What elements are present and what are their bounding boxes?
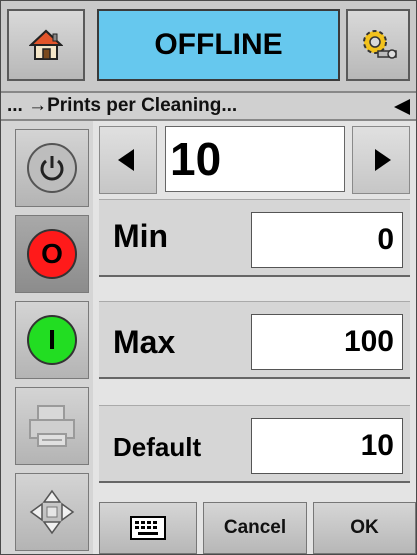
max-row: Max 100 — [99, 301, 410, 379]
min-value: 0 — [251, 212, 403, 268]
max-label: Max — [113, 324, 176, 360]
arrow-right-icon — [375, 149, 391, 171]
increment-button[interactable] — [352, 126, 410, 194]
start-button[interactable]: I — [15, 301, 89, 379]
keyboard-icon — [130, 516, 166, 540]
status-indicator: OFFLINE — [97, 9, 340, 81]
breadcrumb: ... →Prints per Cleaning... — [1, 91, 416, 121]
stop-button[interactable]: O — [15, 215, 89, 293]
top-bar: OFFLINE — [1, 1, 416, 91]
settings-button[interactable] — [346, 9, 410, 81]
screen: OFFLINE ... →Prints per Cleaning... O I … — [0, 0, 417, 555]
ok-button[interactable]: OK — [313, 502, 416, 554]
gear-wrench-icon — [363, 30, 397, 59]
start-icon: I — [27, 315, 77, 365]
stop-icon: O — [27, 229, 77, 279]
default-value: 10 — [251, 418, 403, 474]
cancel-button[interactable]: Cancel — [203, 502, 307, 554]
value-editor: 10 Min 0 Max 100 Default 10 — [93, 121, 416, 554]
arrow-left-icon — [118, 149, 134, 171]
default-row: Default 10 — [99, 405, 410, 483]
home-button[interactable] — [7, 9, 85, 81]
navigate-button[interactable] — [15, 473, 89, 551]
value-input[interactable]: 10 — [165, 126, 345, 192]
power-button[interactable] — [15, 129, 89, 207]
power-icon — [27, 143, 77, 193]
keyboard-button[interactable] — [99, 502, 197, 554]
stop-label: O — [41, 238, 63, 269]
printer-icon — [29, 405, 75, 447]
min-label: Min — [113, 218, 169, 254]
min-row: Min 0 — [99, 199, 410, 277]
breadcrumb-text: ... →Prints per Cleaning... — [7, 95, 238, 116]
left-toolbar: O I — [1, 121, 93, 554]
navigation-arrows-icon — [29, 489, 75, 535]
back-arrow-icon[interactable] — [394, 99, 410, 115]
start-label: I — [48, 324, 56, 355]
default-label: Default — [113, 432, 202, 462]
home-icon — [29, 29, 63, 60]
decrement-button[interactable] — [99, 126, 157, 194]
print-button[interactable] — [15, 387, 89, 465]
max-value: 100 — [251, 314, 403, 370]
